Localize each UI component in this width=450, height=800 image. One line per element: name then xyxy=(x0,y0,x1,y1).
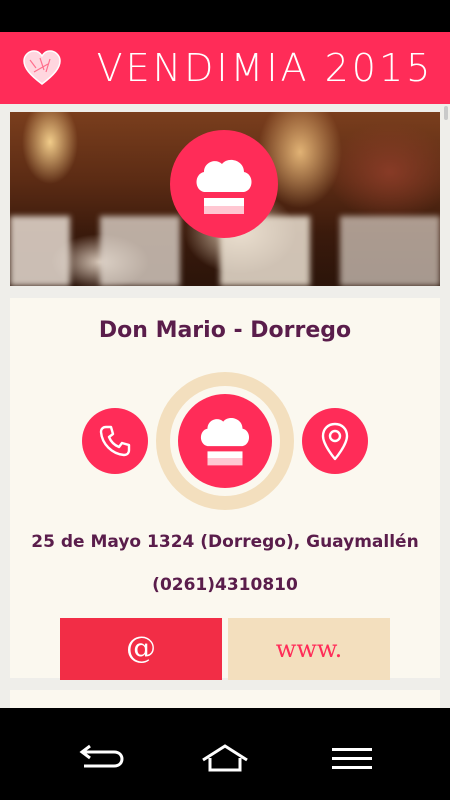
app-title: VENDIMIA 2015 xyxy=(96,46,434,90)
content-scroll[interactable]: Don Mario - Dorrego 25 de Mayo 1324 (Dor… xyxy=(0,104,450,708)
map-pin-icon xyxy=(319,421,351,461)
restaurant-card: Don Mario - Dorrego 25 de Mayo 1324 (Dor… xyxy=(10,298,440,680)
system-navigation-bar xyxy=(0,708,450,800)
restaurant-address: 25 de Mayo 1324 (Dorrego), Guaymallén xyxy=(31,532,419,552)
map-button[interactable] xyxy=(302,408,368,474)
menu-icon[interactable] xyxy=(322,738,382,778)
next-card-partial xyxy=(10,690,440,708)
back-icon[interactable] xyxy=(70,738,130,778)
call-button[interactable] xyxy=(82,408,148,474)
status-bar xyxy=(0,0,450,32)
email-button[interactable]: @ xyxy=(60,618,222,680)
hero-image xyxy=(10,112,440,286)
home-icon[interactable] xyxy=(195,738,255,778)
heart-icon[interactable] xyxy=(22,50,62,86)
app-bar: VENDIMIA 2015 xyxy=(0,32,450,104)
website-button[interactable]: www. xyxy=(228,618,390,680)
restaurant-center-button[interactable] xyxy=(178,394,272,488)
restaurant-name: Don Mario - Dorrego xyxy=(98,318,352,343)
chef-hat-icon xyxy=(197,412,253,468)
restaurant-phone[interactable]: (0261)4310810 xyxy=(10,575,440,595)
phone-icon xyxy=(98,424,132,458)
scrollbar[interactable] xyxy=(444,106,448,120)
chef-hat-icon xyxy=(192,154,256,216)
hero-badge xyxy=(170,130,278,238)
